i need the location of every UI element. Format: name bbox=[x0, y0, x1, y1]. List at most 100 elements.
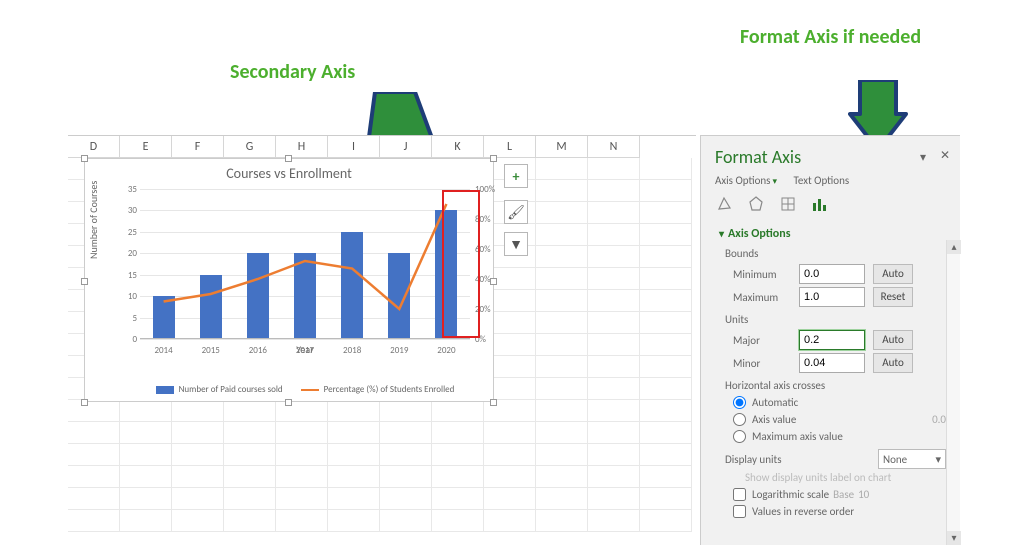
column-headers-row: D E F G H I J K L M N bbox=[68, 136, 696, 158]
major-input[interactable] bbox=[799, 330, 865, 350]
y-tick-label: 15 bbox=[119, 270, 137, 281]
radio-label: Axis value bbox=[752, 413, 796, 426]
y-tick-label: 35 bbox=[119, 184, 137, 195]
base-value: 10 bbox=[858, 488, 869, 501]
label-base: Base bbox=[833, 488, 854, 501]
legend-label: Number of Paid courses sold bbox=[179, 384, 283, 395]
column-header[interactable]: D bbox=[68, 136, 120, 158]
chevron-down-icon: ▾ bbox=[935, 453, 941, 466]
selection-handle-icon[interactable] bbox=[81, 399, 88, 406]
column-header[interactable]: M bbox=[536, 136, 588, 158]
auto-button[interactable]: Auto bbox=[873, 264, 913, 284]
chart-styles-button[interactable]: 🖌 bbox=[504, 200, 528, 224]
x-axis[interactable] bbox=[140, 338, 470, 339]
close-icon: ✕ bbox=[940, 149, 950, 163]
tab-axis-options[interactable]: Axis Options▾ bbox=[715, 174, 777, 187]
legend-swatch-bar-icon bbox=[156, 386, 174, 394]
legend-entry[interactable]: Number of Paid courses sold bbox=[156, 384, 283, 395]
y-axis-title[interactable]: Number of Courses bbox=[87, 181, 100, 259]
label-bounds: Bounds bbox=[725, 247, 946, 260]
legend-swatch-line-icon bbox=[301, 389, 319, 391]
scroll-down-button[interactable]: ▾ bbox=[947, 531, 961, 545]
label-maximum: Maximum bbox=[733, 291, 799, 304]
funnel-icon: ▼ bbox=[509, 236, 523, 253]
section-axis-options[interactable]: Axis Options bbox=[719, 227, 946, 241]
selection-handle-icon[interactable] bbox=[490, 155, 497, 162]
x-tick-label: 2015 bbox=[191, 345, 231, 356]
selection-handle-icon[interactable] bbox=[81, 278, 88, 285]
legend-entry[interactable]: Percentage (%) of Students Enrolled bbox=[301, 384, 455, 395]
auto-button[interactable]: Auto bbox=[873, 330, 913, 350]
column-header[interactable]: K bbox=[432, 136, 484, 158]
label-minimum: Minimum bbox=[733, 268, 799, 281]
radio-maximum-axis-value[interactable] bbox=[733, 430, 746, 443]
minimum-input[interactable] bbox=[799, 264, 865, 284]
y-tick-label: 5 bbox=[119, 313, 137, 324]
selection-handle-icon[interactable] bbox=[490, 278, 497, 285]
label-horizontal-axis-crosses: Horizontal axis crosses bbox=[725, 379, 946, 392]
label-display-units: Display units bbox=[725, 453, 782, 466]
y-tick-label: 30 bbox=[119, 205, 137, 216]
column-header[interactable]: G bbox=[224, 136, 276, 158]
chart-object[interactable]: Courses vs Enrollment Number of Courses … bbox=[84, 158, 494, 402]
chart-filter-button[interactable]: ▼ bbox=[504, 232, 528, 256]
maximum-input[interactable] bbox=[799, 287, 865, 307]
highlight-box-secondary-axis bbox=[442, 190, 480, 338]
label-show-display-units: Show display units label on chart bbox=[745, 471, 946, 484]
check-reverse-order[interactable] bbox=[733, 505, 746, 518]
selection-handle-icon[interactable] bbox=[285, 399, 292, 406]
auto-button[interactable]: Auto bbox=[873, 353, 913, 373]
chart-line-series[interactable] bbox=[140, 189, 470, 339]
check-label: Values in reverse order bbox=[752, 505, 854, 518]
selection-handle-icon[interactable] bbox=[81, 155, 88, 162]
fill-line-icon[interactable] bbox=[715, 195, 733, 213]
minor-input[interactable] bbox=[799, 353, 865, 373]
y-tick-label: 20 bbox=[119, 248, 137, 259]
column-header[interactable]: I bbox=[328, 136, 380, 158]
chart-title[interactable]: Courses vs Enrollment bbox=[85, 159, 493, 182]
column-header[interactable]: E bbox=[120, 136, 172, 158]
size-properties-icon[interactable] bbox=[779, 195, 797, 213]
effects-icon[interactable] bbox=[747, 195, 765, 213]
column-header[interactable]: F bbox=[172, 136, 224, 158]
x-tick-label: 2019 bbox=[379, 345, 419, 356]
label-minor: Minor bbox=[733, 357, 799, 370]
radio-automatic[interactable] bbox=[733, 396, 746, 409]
check-logarithmic[interactable] bbox=[733, 488, 746, 501]
callout-format-axis: Format Axis if needed bbox=[740, 25, 921, 49]
x-tick-label: 2017 bbox=[285, 345, 325, 356]
axis-options-icon[interactable] bbox=[811, 195, 829, 213]
check-label: Logarithmic scale bbox=[752, 488, 829, 501]
radio-label: Automatic bbox=[752, 396, 798, 409]
chart-elements-button[interactable]: + bbox=[504, 164, 528, 188]
reset-button[interactable]: Reset bbox=[873, 287, 913, 307]
chart-plot-area[interactable] bbox=[140, 189, 470, 339]
paintbrush-icon: 🖌 bbox=[507, 204, 525, 221]
column-header[interactable]: J bbox=[380, 136, 432, 158]
label-units: Units bbox=[725, 313, 946, 326]
radio-axis-value[interactable] bbox=[733, 413, 746, 426]
radio-label: Maximum axis value bbox=[752, 430, 843, 443]
label-major: Major bbox=[733, 334, 799, 347]
pane-close-button[interactable]: ✕ bbox=[940, 148, 950, 163]
selection-handle-icon[interactable] bbox=[285, 155, 292, 162]
x-tick-label: 2016 bbox=[238, 345, 278, 356]
format-axis-pane: Format Axis ▾ ✕ Axis Options▾ Text Optio… bbox=[700, 135, 960, 545]
callout-secondary-axis: Secondary Axis bbox=[230, 60, 355, 84]
column-header[interactable]: N bbox=[588, 136, 640, 158]
y-tick-label: 10 bbox=[119, 291, 137, 302]
selection-handle-icon[interactable] bbox=[490, 399, 497, 406]
column-header[interactable]: H bbox=[276, 136, 328, 158]
x-tick-label: 2018 bbox=[332, 345, 372, 356]
scroll-up-button[interactable]: ▴ bbox=[947, 240, 961, 254]
x-tick-label: 2014 bbox=[144, 345, 184, 356]
x-tick-label: 2020 bbox=[426, 345, 466, 356]
y-tick-label: 0 bbox=[119, 334, 137, 345]
pane-title: Format Axis bbox=[715, 146, 946, 168]
pane-scrollbar[interactable]: ▴ ▾ bbox=[946, 240, 960, 545]
axis-value-display: 0.0 bbox=[932, 413, 946, 426]
tab-text-options[interactable]: Text Options bbox=[794, 174, 850, 187]
pane-options-dropdown-icon[interactable]: ▾ bbox=[920, 150, 926, 165]
chart-legend[interactable]: Number of Paid courses sold Percentage (… bbox=[125, 384, 485, 395]
display-units-select[interactable]: None▾ bbox=[878, 449, 946, 469]
